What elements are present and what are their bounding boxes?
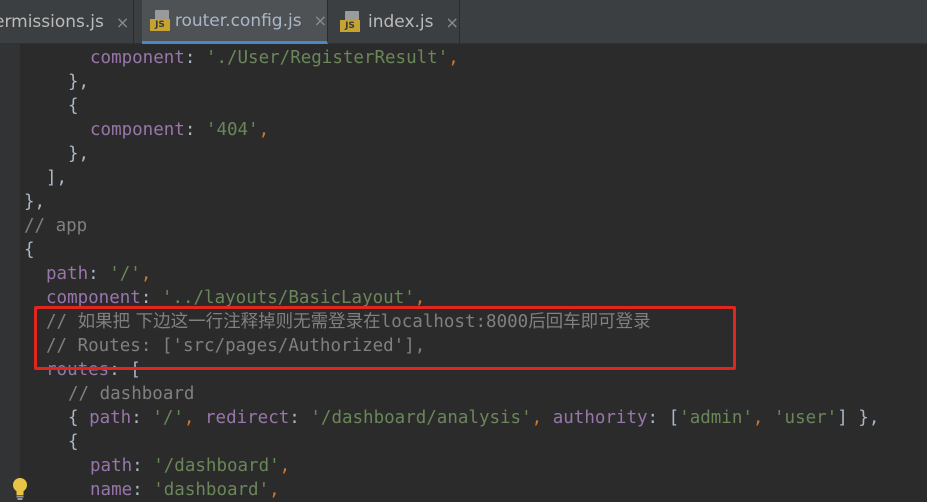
code-comment: // app: [24, 216, 88, 236]
tab-label: ermissions.js: [0, 12, 104, 32]
tab-index[interactable]: JS index.js ×: [334, 0, 460, 44]
editor-gutter: [0, 44, 20, 502]
code-line: {: [68, 432, 79, 452]
js-file-icon: JS: [150, 9, 170, 32]
code-line: ],: [46, 168, 68, 188]
close-icon[interactable]: ×: [314, 11, 327, 30]
code-line: {: [68, 96, 79, 116]
code-line: path: '/dashboard',: [90, 456, 291, 476]
code-line: component: './User/RegisterResult',: [90, 48, 459, 68]
js-file-icon: JS: [340, 11, 362, 33]
code-comment: // dashboard: [68, 384, 195, 404]
tab-label: index.js: [368, 12, 434, 32]
code-line: name: 'dashboard',: [90, 480, 280, 500]
editor-tab-bar: ermissions.js × JS router.config.js × JS…: [0, 0, 927, 44]
tab-permissions[interactable]: ermissions.js ×: [0, 0, 134, 44]
code-editor[interactable]: component: './User/RegisterResult', }, {…: [0, 44, 927, 502]
code-line: {: [24, 240, 35, 260]
code-line: },: [68, 144, 90, 164]
tab-label: router.config.js: [174, 10, 302, 31]
code-line: },: [24, 192, 46, 212]
red-annotation-box: [34, 306, 736, 370]
close-icon[interactable]: ×: [446, 13, 459, 32]
code-line: },: [68, 72, 90, 92]
tab-router-config[interactable]: JS router.config.js ×: [142, 0, 328, 44]
code-line: { path: '/', redirect: '/dashboard/analy…: [68, 408, 880, 428]
close-icon[interactable]: ×: [116, 13, 129, 32]
code-line: component: '404',: [90, 120, 270, 140]
code-line: path: '/',: [46, 264, 152, 284]
lightbulb-icon[interactable]: [10, 476, 30, 502]
